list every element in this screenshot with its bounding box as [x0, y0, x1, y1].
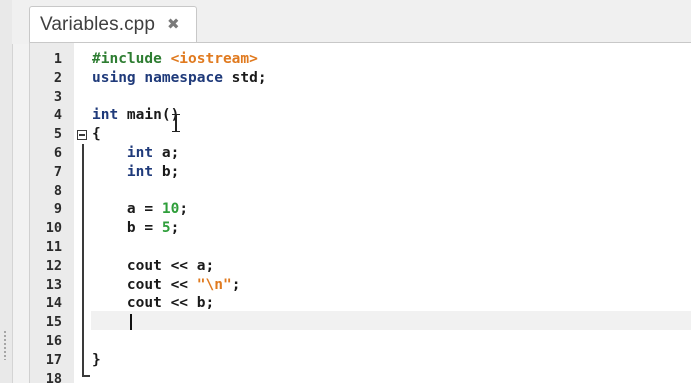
code-token: int	[126, 163, 154, 180]
code-token: "\n"	[196, 276, 232, 293]
ibeam-cursor-icon	[171, 113, 181, 133]
code-text: }	[92, 351, 101, 370]
tab-bar: Variables.cpp ✖	[12, 0, 691, 44]
code-line[interactable]: 6 int a;	[30, 144, 691, 163]
code-line[interactable]: 13 cout << "\n";	[30, 276, 691, 295]
code-token: ;	[179, 201, 189, 218]
code-text: cout << a;	[92, 257, 214, 276]
tab-label: Variables.cpp	[40, 13, 156, 35]
tab-variables-cpp[interactable]: Variables.cpp ✖	[29, 6, 197, 42]
code-text: cout << "\n";	[92, 276, 241, 295]
code-line[interactable]: 9 a = 10;	[30, 200, 691, 219]
line-number: 15	[45, 314, 62, 331]
line-number: 11	[45, 238, 62, 255]
code-text: int a;	[92, 144, 179, 163]
code-token: ;	[170, 220, 180, 237]
code-line[interactable]: 3	[30, 88, 691, 107]
code-line[interactable]: 10 b = 5;	[30, 219, 691, 238]
line-number: 10	[45, 220, 62, 237]
line-number: 6	[53, 144, 62, 161]
line-number: 4	[53, 107, 62, 124]
code-text: cout << b;	[92, 294, 214, 313]
code-token: int	[126, 144, 154, 161]
code-token: int	[92, 107, 119, 124]
code-token: 10	[161, 201, 180, 218]
close-icon[interactable]: ✖	[167, 17, 180, 32]
code-token: cout <<	[92, 276, 197, 293]
code-token: std;	[222, 69, 267, 86]
line-number: 9	[53, 201, 62, 218]
line-number: 17	[45, 351, 62, 368]
code-line[interactable]: 14 cout << b;	[30, 294, 691, 313]
side-panel-edge	[0, 0, 13, 383]
code-line[interactable]: 11	[30, 238, 691, 257]
code-line[interactable]: 5{	[30, 125, 691, 144]
code-line[interactable]: 2 using namespace std;	[30, 69, 691, 88]
line-number: 7	[53, 163, 62, 180]
code-text: int b;	[92, 163, 179, 182]
line-number: 14	[45, 295, 62, 312]
code-text: b = 5;	[92, 219, 179, 238]
code-token: #include	[92, 51, 171, 67]
code-token: cout << a;	[92, 257, 215, 274]
code-line[interactable]: 8	[30, 182, 691, 201]
code-line[interactable]: 1 #include <iostream>	[30, 50, 691, 69]
line-number: 2	[53, 69, 62, 86]
line-number: 13	[45, 276, 62, 293]
code-text: {	[92, 125, 101, 144]
code-token: cout << b;	[92, 295, 215, 312]
text-caret	[130, 314, 132, 330]
line-number: 16	[45, 332, 62, 349]
code-token: b =	[92, 220, 162, 237]
code-token: 5	[161, 220, 171, 237]
editor-window: Variables.cpp ✖ 1 #include <iostream> 2 usi…	[0, 0, 691, 383]
code-token: ;	[231, 276, 241, 293]
code-line[interactable]: 12 cout << a;	[30, 257, 691, 276]
code-token: a;	[153, 144, 180, 161]
code-text: #include <iostream>	[92, 50, 258, 69]
line-number: 12	[45, 257, 62, 274]
code-token: {	[92, 126, 101, 143]
code-text: int main()	[92, 106, 179, 125]
code-token: b;	[153, 163, 180, 180]
code-line[interactable]: 18	[30, 370, 691, 383]
code-editor[interactable]: 1 #include <iostream> 2 using namespace std…	[29, 42, 691, 383]
code-text: a = 10;	[92, 200, 188, 219]
resize-grip-icon[interactable]	[3, 330, 7, 360]
line-number: 3	[53, 88, 62, 105]
code-token: using namespace	[92, 69, 223, 86]
code-lines: 1 #include <iostream> 2 using namespace std…	[30, 50, 691, 383]
code-line[interactable]: 17}	[30, 351, 691, 370]
line-number: 5	[53, 126, 62, 143]
line-number: 18	[45, 370, 62, 383]
line-number: 8	[53, 182, 62, 199]
code-line[interactable]: 4 int main()	[30, 106, 691, 125]
code-line[interactable]: 7 int b;	[30, 163, 691, 182]
code-token: a =	[92, 201, 162, 218]
code-token: <iostream>	[170, 51, 258, 67]
line-number: 1	[53, 51, 62, 67]
code-text: using namespace std;	[92, 69, 267, 88]
code-token: }	[92, 351, 101, 368]
code-line[interactable]: 16	[30, 332, 691, 351]
